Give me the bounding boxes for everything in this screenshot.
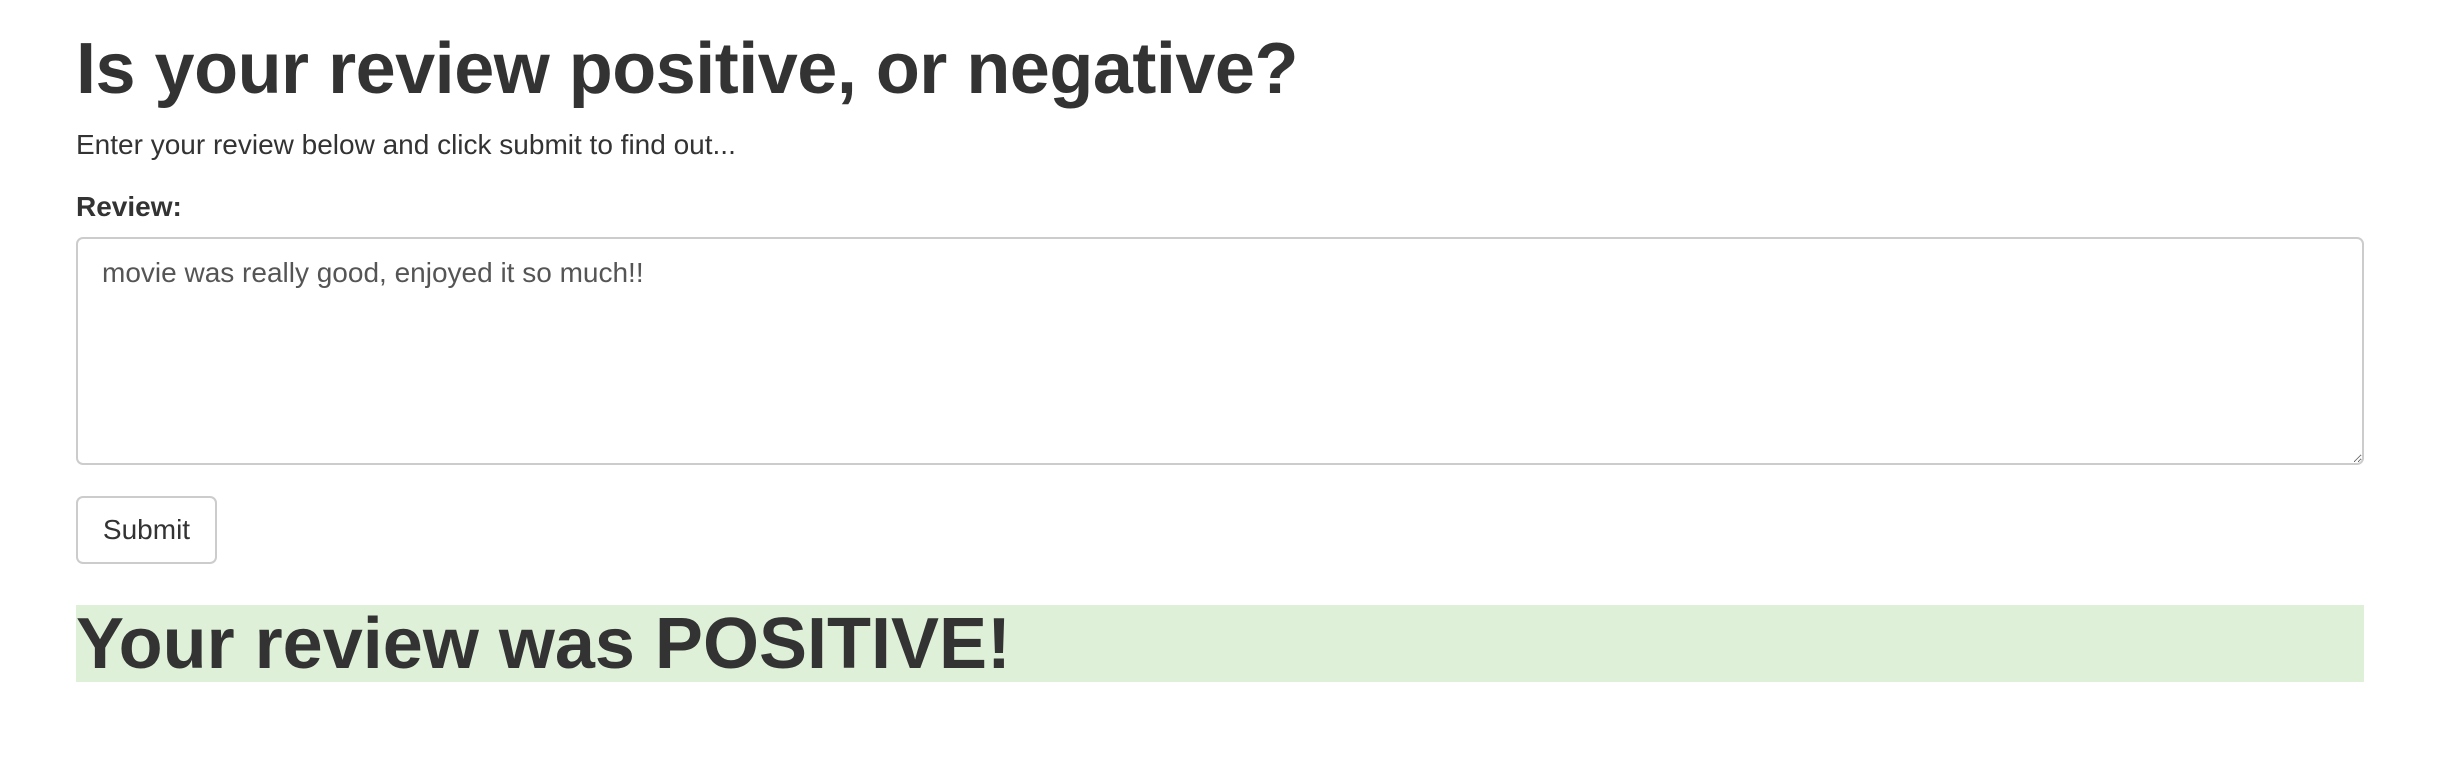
submit-button[interactable]: Submit [76,496,217,564]
page-subtitle: Enter your review below and click submit… [76,129,736,160]
review-textarea[interactable]: movie was really good, enjoyed it so muc… [76,237,2364,465]
result-banner: Your review was POSITIVE! [76,604,2364,684]
review-label: Review: [76,191,182,222]
page-title: Is your review positive, or negative? [76,29,1298,109]
result-text: Your review was POSITIVE! [76,604,1011,684]
